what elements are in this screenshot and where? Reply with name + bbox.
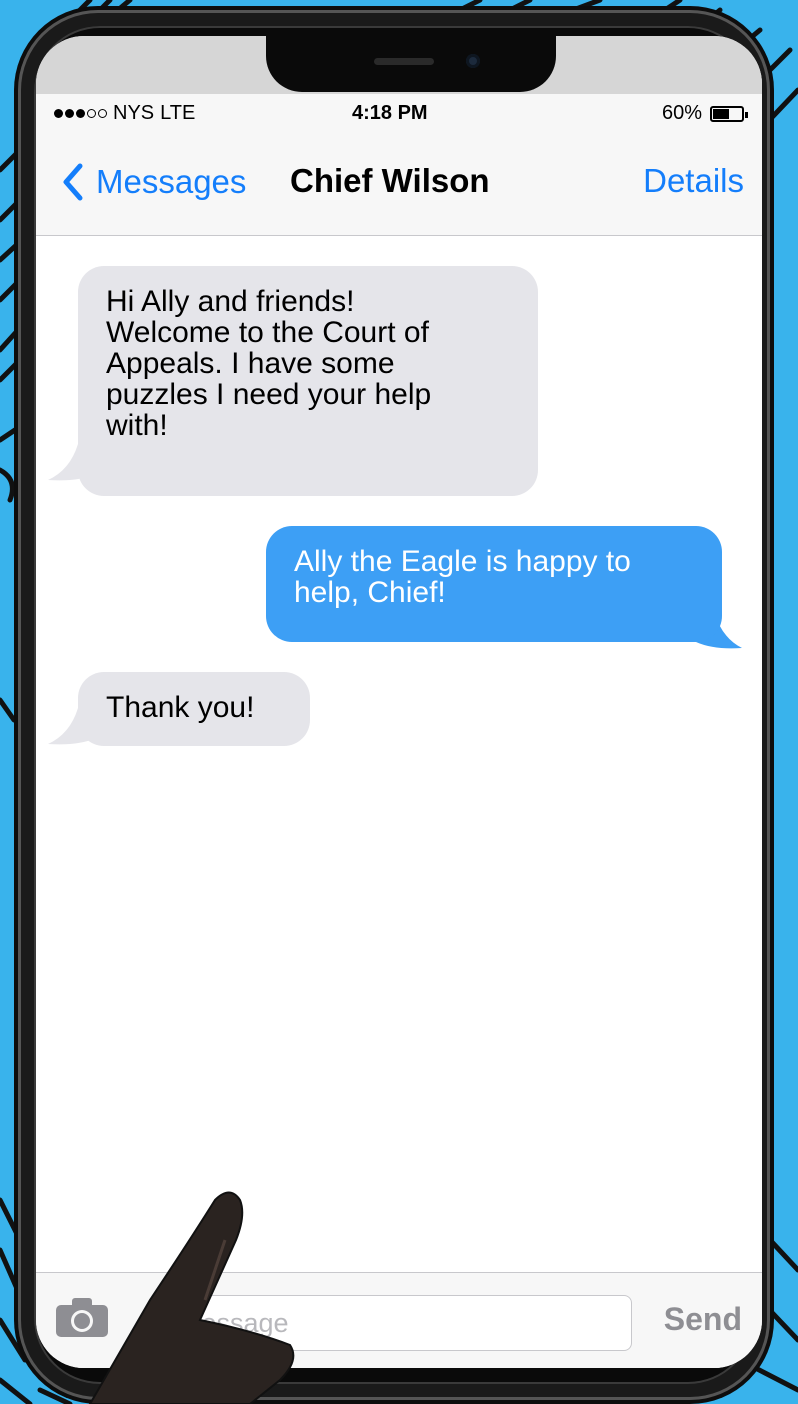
carrier-label: NYS bbox=[113, 102, 155, 124]
message-thread: Hi Ally and friends! Welcome to the Cour… bbox=[36, 236, 762, 1272]
signal-dot bbox=[54, 109, 63, 118]
message-line: help, Chief! bbox=[294, 576, 446, 609]
battery-tip bbox=[745, 111, 748, 118]
chevron-left-icon bbox=[63, 163, 83, 201]
battery-icon bbox=[710, 105, 748, 122]
message-line: with! bbox=[106, 409, 168, 442]
message-line: puzzles I need your help bbox=[106, 378, 432, 411]
status-bar: NYS LTE 4:18 PM 60% bbox=[36, 94, 762, 134]
message-bubble-outgoing[interactable]: Ally the Eagle is happy to help, Chief! bbox=[266, 526, 722, 642]
status-time: 4:18 PM bbox=[352, 102, 428, 124]
network-label: LTE bbox=[160, 102, 196, 124]
send-button[interactable]: Send bbox=[664, 1301, 742, 1338]
signal-dots-icon bbox=[54, 109, 107, 118]
message-line: Ally the Eagle is happy to bbox=[294, 545, 631, 578]
contact-name: Chief Wilson bbox=[290, 162, 490, 199]
message-bubble-incoming[interactable]: Hi Ally and friends! Welcome to the Cour… bbox=[78, 266, 538, 496]
status-right: 60% bbox=[661, 102, 748, 125]
battery-percent: 60% bbox=[661, 102, 702, 124]
front-camera bbox=[466, 54, 480, 68]
compose-bar: Send bbox=[36, 1272, 762, 1368]
details-button[interactable]: Details bbox=[643, 162, 744, 200]
back-button[interactable]: Messages bbox=[58, 162, 246, 202]
message-line: Thank you! bbox=[106, 691, 255, 724]
signal-dot bbox=[65, 109, 74, 118]
camera-icon[interactable] bbox=[54, 1295, 110, 1339]
phone-notch bbox=[266, 36, 556, 92]
speaker-grille bbox=[374, 58, 434, 65]
message-line: Hi Ally and friends! bbox=[106, 285, 355, 318]
phone-screen: NYS LTE 4:18 PM 60% Messages Chief Wilso… bbox=[36, 36, 762, 1368]
status-left: NYS LTE bbox=[54, 102, 195, 125]
signal-dot bbox=[98, 109, 107, 118]
back-label: Messages bbox=[96, 163, 247, 200]
message-line: Welcome to the Court of bbox=[106, 316, 429, 349]
message-bubble-incoming[interactable]: Thank you! bbox=[78, 672, 310, 746]
conversation-header: Messages Chief Wilson Details bbox=[36, 134, 762, 236]
battery-fill bbox=[713, 108, 729, 119]
signal-dot bbox=[87, 109, 96, 118]
message-line: Appeals. I have some bbox=[106, 347, 395, 380]
message-input[interactable] bbox=[156, 1295, 632, 1351]
signal-dot bbox=[76, 109, 85, 118]
